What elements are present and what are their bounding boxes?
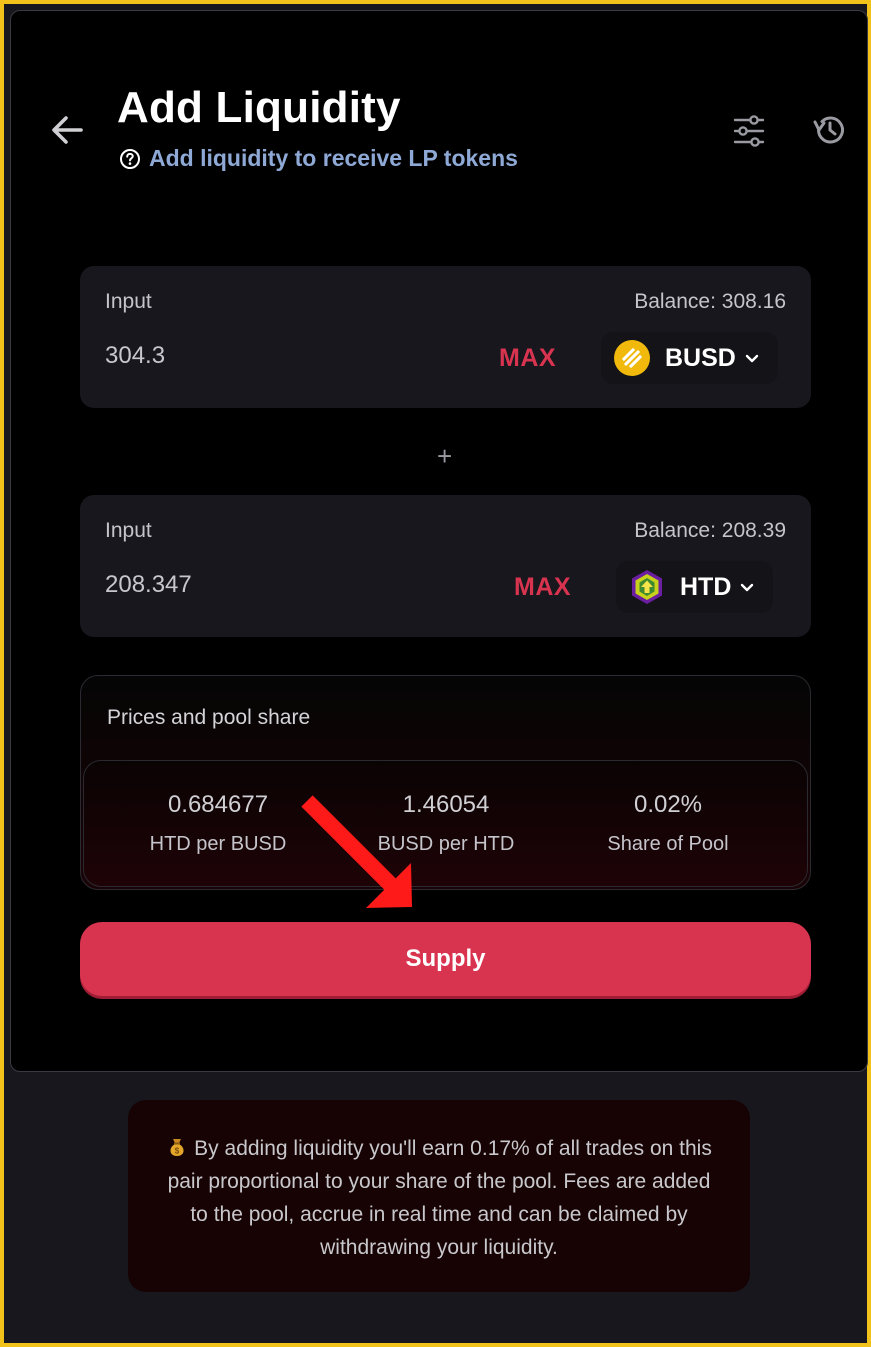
stat-value: 1.46054 bbox=[402, 791, 490, 818]
stat-value: 0.684677 bbox=[167, 791, 269, 818]
amount-input-htd[interactable] bbox=[105, 571, 405, 599]
token-selector-busd[interactable]: BUSD bbox=[601, 332, 778, 384]
history-button[interactable] bbox=[811, 111, 849, 149]
input-label: Input bbox=[105, 290, 152, 313]
back-button[interactable] bbox=[47, 109, 89, 151]
token-input-panel-htd: Input Balance: 208.39 MAX HTD bbox=[80, 495, 811, 637]
supply-button[interactable]: Supply bbox=[80, 922, 811, 996]
token-symbol: BUSD bbox=[665, 343, 736, 372]
svg-text:$: $ bbox=[175, 1147, 180, 1156]
page-subtitle: Add liquidity to receive LP tokens bbox=[119, 145, 518, 172]
prices-and-pool-share-panel: Prices and pool share 0.684677 HTD per B… bbox=[80, 675, 811, 890]
stat-caption: Share of Pool bbox=[607, 833, 729, 855]
pool-stats: 0.684677 HTD per BUSD 1.46054 BUSD per H… bbox=[83, 760, 808, 887]
busd-token-icon bbox=[614, 340, 650, 376]
stat-busd-per-htd: 1.46054 BUSD per HTD bbox=[336, 791, 556, 856]
subtitle-text: Add liquidity to receive LP tokens bbox=[149, 145, 518, 171]
sliders-icon bbox=[733, 115, 765, 147]
htd-token-icon bbox=[632, 570, 662, 604]
balance-label: Balance: 208.39 bbox=[634, 519, 786, 542]
max-button-htd[interactable]: MAX bbox=[514, 573, 571, 602]
arrow-left-icon bbox=[52, 116, 83, 144]
token-selector-htd[interactable]: HTD bbox=[616, 561, 774, 613]
max-button-busd[interactable]: MAX bbox=[499, 344, 556, 373]
balance-label: Balance: 308.16 bbox=[634, 290, 786, 313]
info-text: By adding liquidity you'll earn 0.17% of… bbox=[167, 1137, 712, 1259]
history-icon bbox=[813, 116, 844, 144]
stat-share-of-pool: 0.02% Share of Pool bbox=[558, 791, 778, 856]
plus-separator: + bbox=[437, 441, 453, 471]
settings-button[interactable] bbox=[731, 113, 767, 149]
chevron-down-icon bbox=[741, 583, 754, 592]
stat-caption: HTD per BUSD bbox=[149, 833, 287, 855]
question-circle-icon[interactable] bbox=[119, 148, 141, 170]
page-title: Add Liquidity bbox=[117, 83, 401, 132]
chevron-down-icon bbox=[745, 354, 759, 363]
token-input-panel-busd: Input Balance: 308.16 MAX BUSD bbox=[80, 266, 811, 408]
stat-value: 0.02% bbox=[633, 791, 703, 818]
stat-htd-per-busd: 0.684677 HTD per BUSD bbox=[108, 791, 328, 856]
add-liquidity-card: Add Liquidity Add liquidity to receive L… bbox=[10, 10, 868, 1072]
amount-input-busd[interactable] bbox=[105, 342, 405, 370]
prices-title: Prices and pool share bbox=[107, 706, 311, 729]
stat-caption: BUSD per HTD bbox=[377, 833, 515, 855]
highlight-frame: Add Liquidity Add liquidity to receive L… bbox=[0, 0, 871, 1347]
money-bag-icon: $ bbox=[170, 1139, 184, 1156]
earnings-info-box: $ By adding liquidity you'll earn 0.17% … bbox=[128, 1100, 750, 1292]
token-symbol: HTD bbox=[680, 572, 732, 601]
input-label: Input bbox=[105, 519, 152, 542]
